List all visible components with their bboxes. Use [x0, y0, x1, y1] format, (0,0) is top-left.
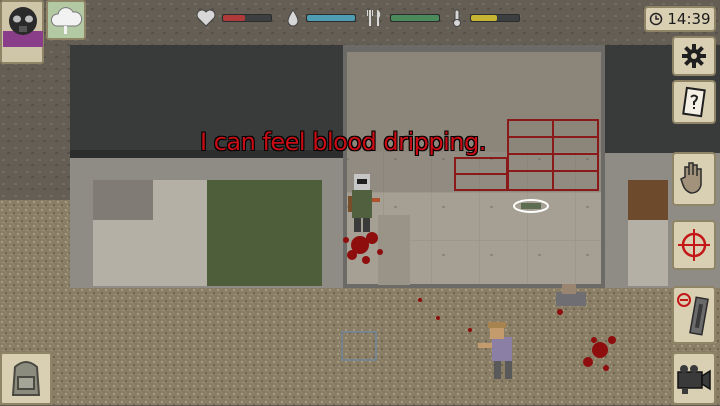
- aim-button[interactable]: [672, 220, 716, 270]
- settings-button[interactable]: [672, 36, 716, 76]
- player-speech-text: I can feel blood dripping.: [200, 128, 486, 156]
- game-clock: 14:39: [644, 6, 716, 32]
- water-drop-icon: [287, 9, 299, 27]
- left-room-carpet: [207, 180, 322, 286]
- weather-button[interactable]: [46, 0, 86, 40]
- camcorder-icon: [677, 364, 711, 394]
- journal-icon: [682, 86, 706, 118]
- thirst-status: [286, 8, 356, 28]
- hunger-status: [366, 8, 440, 28]
- doorway-opening: [378, 215, 410, 285]
- wooden-table[interactable]: [628, 180, 668, 220]
- gear-icon: [682, 44, 706, 68]
- hand-icon: [680, 162, 702, 194]
- camera-button[interactable]: [672, 352, 716, 405]
- thermometer-icon: [453, 9, 461, 27]
- temperature-bar: [470, 14, 520, 22]
- game-world[interactable]: [0, 0, 720, 405]
- crafting-button[interactable]: [672, 152, 716, 206]
- crosshair-icon: [678, 229, 710, 261]
- left-room-shadow: [93, 180, 153, 220]
- hunger-bar: [390, 14, 440, 22]
- temperature-status: [450, 8, 520, 28]
- journal-button[interactable]: [672, 80, 716, 124]
- clock-icon: [650, 12, 663, 26]
- heart-icon: [196, 9, 216, 27]
- fork-knife-icon: [367, 10, 381, 26]
- backpack-button[interactable]: [0, 352, 52, 405]
- weapon-button[interactable]: [672, 286, 716, 344]
- clock-time: 14:39: [667, 10, 711, 28]
- character-portrait-button[interactable]: [0, 0, 44, 64]
- thirst-bar: [306, 14, 356, 22]
- gasmask-portrait-icon: [3, 7, 43, 47]
- health-status: [196, 8, 272, 28]
- cloud-icon: [51, 7, 83, 34]
- weapon-icon: [677, 293, 709, 336]
- health-bar: [222, 14, 272, 22]
- backpack-icon: [11, 361, 41, 396]
